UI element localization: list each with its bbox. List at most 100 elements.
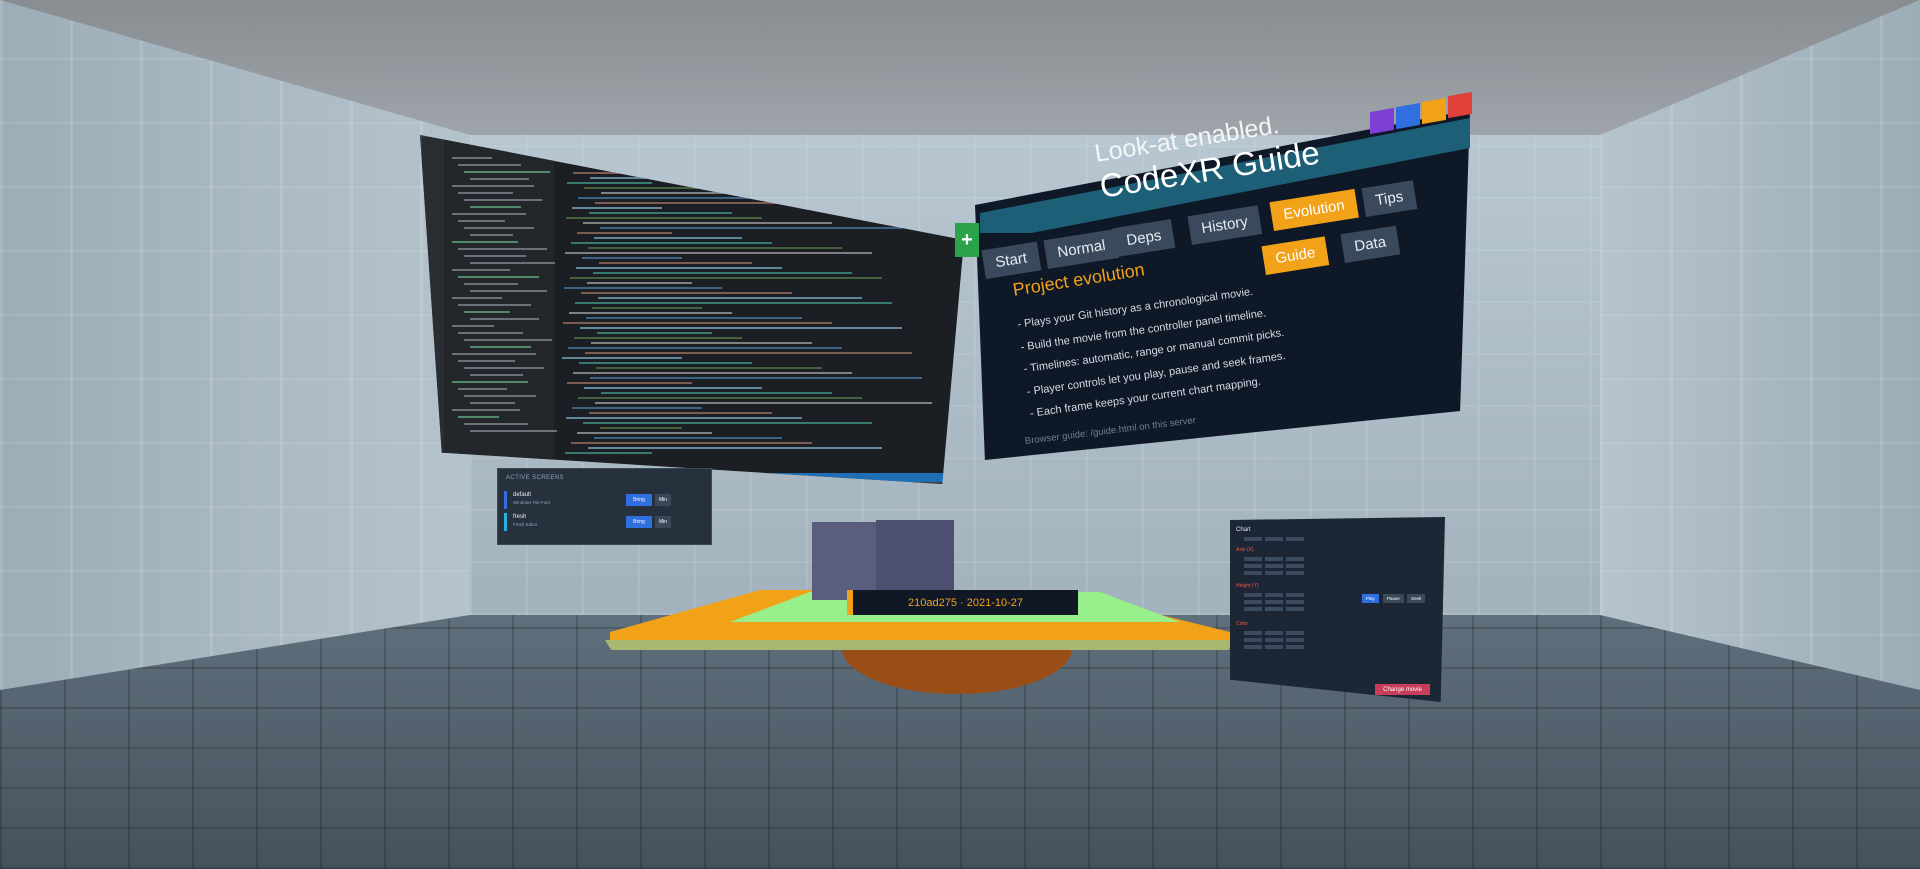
explorer-entry: [458, 332, 523, 334]
seek-button[interactable]: Seek: [1407, 594, 1426, 603]
code-line: [590, 377, 922, 379]
code-line: [581, 292, 792, 294]
code-line: [569, 312, 732, 314]
change-movie-button[interactable]: Change movie: [1375, 684, 1430, 695]
code-line: [565, 452, 652, 454]
code-line: [577, 232, 672, 234]
session-row-fresh: fresh Fresh Editor Bring Min: [504, 513, 704, 531]
code-line: [588, 247, 842, 249]
code-line: [576, 267, 782, 269]
explorer-entry: [470, 262, 555, 264]
explorer-entry: [452, 325, 494, 327]
session-color-bar: [504, 513, 507, 531]
code-line: [568, 347, 842, 349]
explorer-entry: [470, 234, 513, 236]
commit-label: 210ad275 · 2021-10-27: [847, 590, 1078, 615]
code-line: [601, 392, 832, 394]
code-line: [567, 382, 692, 384]
code-line: [599, 262, 752, 264]
code-line: [598, 297, 862, 299]
code-line: [575, 302, 892, 304]
session-bring-button[interactable]: Bring: [626, 494, 652, 506]
code-line: [586, 317, 802, 319]
explorer-entry: [452, 241, 518, 243]
code-line: [577, 432, 712, 434]
explorer-entry: [464, 199, 542, 201]
code-line: [587, 282, 692, 284]
session-min-button[interactable]: Min: [655, 516, 671, 528]
swatch-purple[interactable]: [1370, 107, 1394, 135]
code-line: [566, 217, 762, 219]
swatch-blue[interactable]: [1396, 102, 1420, 130]
code-line: [565, 252, 872, 254]
explorer-entry: [452, 381, 528, 383]
session-subtitle: Fresh Editor: [513, 522, 538, 527]
code-line: [591, 342, 812, 344]
code-line: [585, 352, 912, 354]
explorer-entry: [458, 304, 531, 306]
active-screens-panel: ACTIVE SCREENS default Windows File Fold…: [497, 468, 712, 545]
code-line: [571, 442, 812, 444]
explorer-entry: [464, 423, 528, 425]
explorer-entry: [464, 339, 552, 341]
explorer-entry: [470, 178, 529, 180]
code-line: [588, 447, 882, 449]
controller-section-chart: Chart: [1236, 527, 1251, 533]
code-line: [595, 402, 932, 404]
swatch-orange[interactable]: [1422, 97, 1446, 125]
code-line: [600, 227, 902, 229]
session-min-button[interactable]: Min: [655, 494, 671, 506]
code-line: [563, 322, 832, 324]
chart-block[interactable]: [876, 520, 954, 600]
explorer-entry: [458, 220, 505, 222]
controller-section-axis-x: Axis (X): [1236, 547, 1254, 553]
explorer-entry: [464, 311, 510, 313]
swatch-red[interactable]: [1448, 91, 1472, 119]
code-line: [571, 242, 772, 244]
code-line: [578, 397, 862, 399]
color-option-grid[interactable]: [1244, 631, 1304, 649]
chart-block[interactable]: [812, 522, 884, 600]
code-line: [572, 407, 702, 409]
session-name: fresh: [513, 514, 527, 520]
explorer-entry: [452, 297, 502, 299]
explorer-entry: [452, 185, 534, 187]
explorer-entry: [464, 367, 544, 369]
pause-button[interactable]: Pause: [1383, 594, 1404, 603]
code-line: [600, 427, 682, 429]
explorer-entry: [470, 290, 547, 292]
code-line: [564, 287, 722, 289]
play-button[interactable]: Play: [1362, 594, 1379, 603]
explorer-entry: [452, 269, 510, 271]
code-line: [594, 237, 742, 239]
session-subtitle: Windows File Fold: [513, 500, 550, 505]
code-line: [579, 362, 752, 364]
explorer-entry: [458, 276, 539, 278]
explorer-entry: [464, 395, 536, 397]
explorer-entry: [458, 192, 513, 194]
code-line: [589, 412, 772, 414]
explorer-entry: [470, 430, 557, 432]
table-edge: [605, 640, 1235, 650]
code-line: [584, 387, 762, 389]
explorer-entry: [452, 213, 526, 215]
code-line: [597, 332, 712, 334]
code-line: [580, 327, 902, 329]
axis-x-option-grid[interactable]: [1244, 557, 1304, 575]
add-screen-button[interactable]: +: [955, 223, 979, 257]
session-row-default: default Windows File Fold Bring Min: [504, 491, 704, 509]
controller-section-color: Color: [1236, 621, 1248, 627]
controller-panel[interactable]: Chart Axis (X) Height (Y) Color Play Pau…: [1230, 517, 1445, 702]
chart-option-grid[interactable]: [1244, 537, 1304, 541]
code-line: [567, 182, 652, 184]
session-bring-button[interactable]: Bring: [626, 516, 652, 528]
code-line: [573, 372, 852, 374]
explorer-entry: [458, 360, 515, 362]
explorer-entry: [464, 283, 518, 285]
explorer-entry: [464, 171, 550, 173]
code-line: [562, 357, 682, 359]
height-y-option-grid[interactable]: [1244, 593, 1304, 611]
controller-section-height-y: Height (Y): [1236, 583, 1259, 589]
code-line: [570, 277, 882, 279]
explorer-entry: [458, 164, 521, 166]
